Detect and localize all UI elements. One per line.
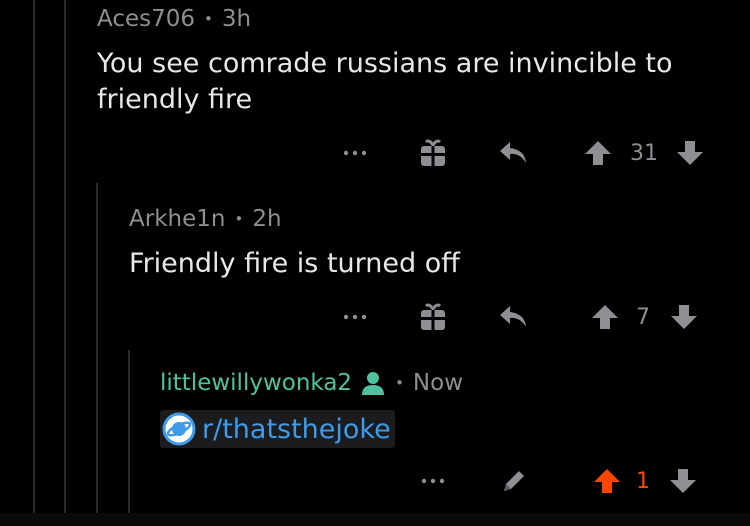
gift-icon[interactable] <box>416 136 450 170</box>
user-op-icon <box>360 370 386 396</box>
upvote-arrow-icon[interactable] <box>591 466 623 496</box>
comment-meta: Aces706 • 3h <box>97 6 717 32</box>
subreddit-link[interactable]: r/thatsthejoke <box>160 410 395 448</box>
vote-count: 7 <box>636 304 650 330</box>
reply-icon[interactable] <box>496 300 530 334</box>
vote-count: 31 <box>630 140 658 166</box>
thread-line-2 <box>64 0 66 513</box>
separator-dot: • <box>204 10 213 28</box>
subreddit-planet-icon <box>162 412 196 446</box>
more-options-icon[interactable] <box>340 140 370 166</box>
comment-time: 3h <box>221 6 252 32</box>
comment-time: Now <box>412 370 464 396</box>
downvote-arrow-icon[interactable] <box>667 466 699 496</box>
comment-arkhe1n: Arkhe1n • 2h Friendly fire is turned off <box>129 206 709 282</box>
downvote-arrow-icon[interactable] <box>674 138 706 168</box>
gift-icon[interactable] <box>416 300 450 334</box>
comment-meta: littlewillywonka2 • Now <box>160 370 720 396</box>
downvote-arrow-icon[interactable] <box>668 302 700 332</box>
comment-time: 2h <box>252 206 282 232</box>
comment-author[interactable]: littlewillywonka2 <box>160 370 352 396</box>
more-options-icon[interactable] <box>340 304 370 330</box>
thread-line-4 <box>128 350 130 513</box>
comment-text: You see comrade russians are invincible … <box>97 48 673 115</box>
thread-line-3 <box>96 183 98 513</box>
comment-author[interactable]: Aces706 <box>97 6 195 32</box>
more-options-icon[interactable] <box>418 468 448 494</box>
upvote-arrow-icon[interactable] <box>582 138 614 168</box>
comment-aces706: Aces706 • 3h You see comrade russians ar… <box>97 6 717 118</box>
subreddit-link-text: r/thatsthejoke <box>202 413 391 445</box>
separator-dot: • <box>234 210 244 228</box>
comment-text: Friendly fire is turned off <box>129 248 460 279</box>
vote-count: 1 <box>636 468 650 494</box>
comment-author[interactable]: Arkhe1n <box>129 206 225 232</box>
bottom-divider <box>0 513 750 526</box>
reply-icon[interactable] <box>496 136 530 170</box>
comment-littlewillywonka2: littlewillywonka2 • Now r/thatsthejoke <box>160 370 720 450</box>
upvote-arrow-icon[interactable] <box>589 302 621 332</box>
separator-dot: • <box>395 374 404 392</box>
comment-meta: Arkhe1n • 2h <box>129 206 709 232</box>
edit-pencil-icon[interactable] <box>497 464 531 498</box>
thread-line-1 <box>33 0 35 513</box>
